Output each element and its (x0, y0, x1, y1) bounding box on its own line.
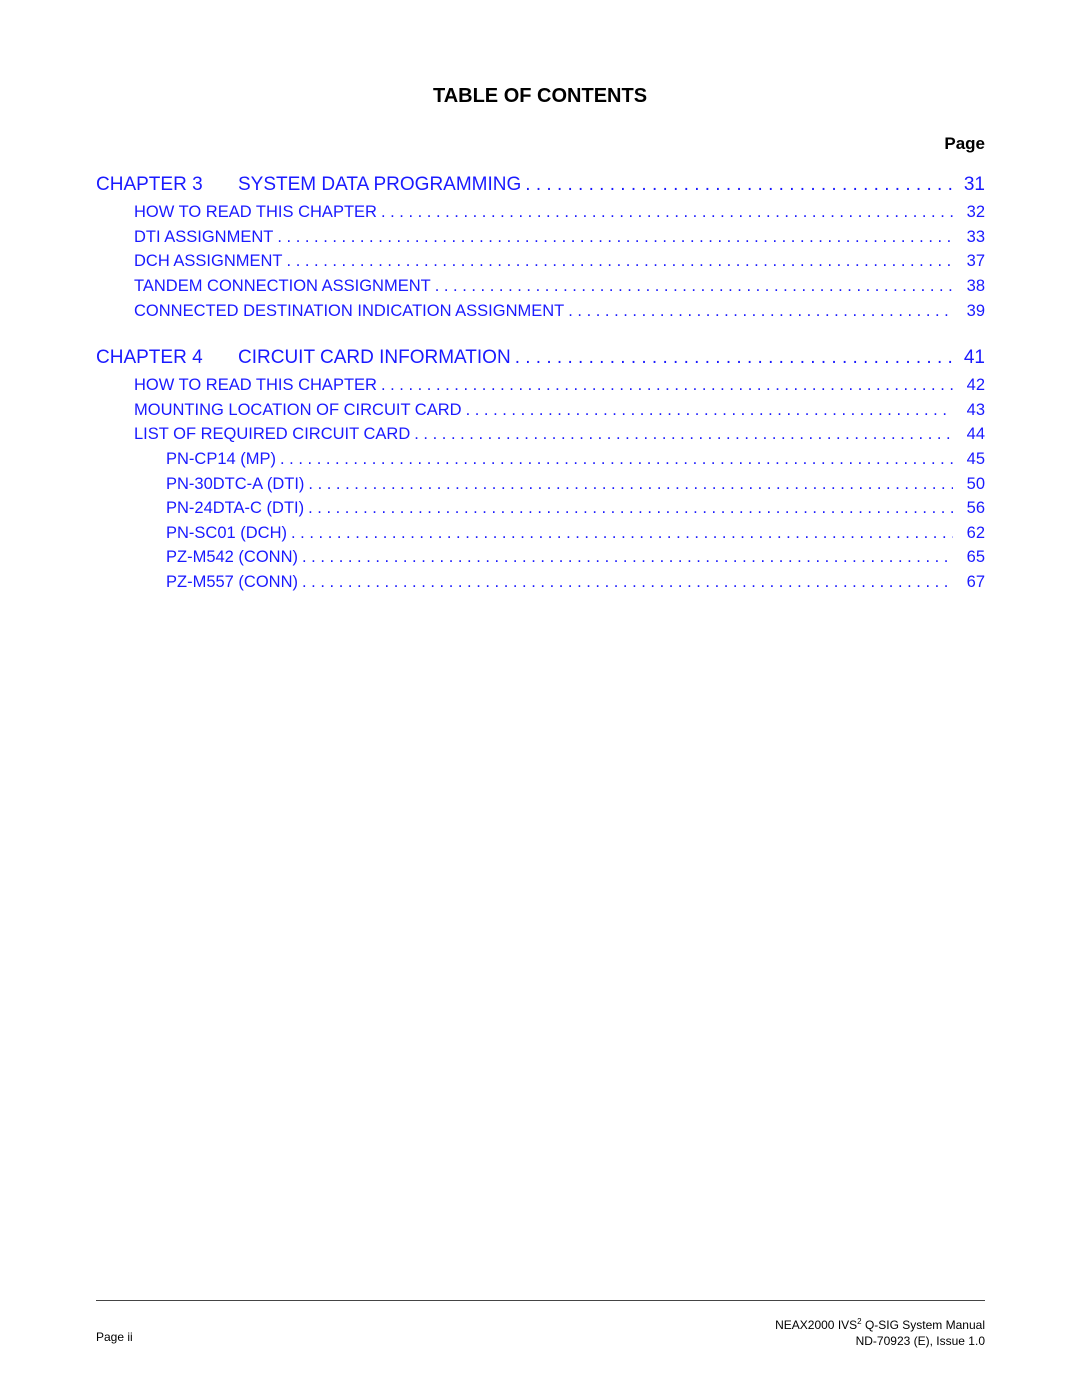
toc-section[interactable]: MOUNTING LOCATION OF CIRCUIT CARD 43 (134, 401, 985, 420)
section-title[interactable]: DCH ASSIGNMENT (134, 252, 283, 271)
page-number[interactable]: 33 (961, 228, 985, 247)
toc-section[interactable]: HOW TO READ THIS CHAPTER 32 (134, 203, 985, 222)
page-number[interactable]: 32 (961, 203, 985, 222)
section-title[interactable]: HOW TO READ THIS CHAPTER (134, 376, 377, 395)
toc-chapter-3[interactable]: CHAPTER 3 SYSTEM DATA PROGRAMMING 31 (96, 174, 985, 196)
toc-subsection[interactable]: PZ-M557 (CONN) 67 (166, 573, 985, 592)
section-title[interactable]: HOW TO READ THIS CHAPTER (134, 203, 377, 222)
subsection-title[interactable]: PN-30DTC-A (DTI) (166, 475, 304, 494)
subsection-title[interactable]: PN-CP14 (MP) (166, 450, 276, 469)
subsection-title[interactable]: PN-SC01 (DCH) (166, 524, 287, 543)
subsection-title[interactable]: PZ-M557 (CONN) (166, 573, 298, 592)
page-number[interactable]: 62 (961, 524, 985, 543)
page-number[interactable]: 50 (961, 475, 985, 494)
section-title[interactable]: DTI ASSIGNMENT (134, 228, 273, 247)
footer-manual-title: NEAX2000 IVS2 Q-SIG System Manual (775, 1314, 985, 1333)
page-number[interactable]: 67 (961, 573, 985, 592)
dot-leader (287, 252, 953, 271)
section-title[interactable]: LIST OF REQUIRED CIRCUIT CARD (134, 425, 410, 444)
dot-leader (435, 277, 953, 296)
footer-divider (96, 1300, 985, 1301)
toc-subsection[interactable]: PN-CP14 (MP) 45 (166, 450, 985, 469)
toc-section[interactable]: LIST OF REQUIRED CIRCUIT CARD 44 (134, 425, 985, 444)
page-number[interactable]: 42 (961, 376, 985, 395)
page-number[interactable]: 43 (961, 401, 985, 420)
footer-page-label: Page ii (96, 1330, 133, 1344)
dot-leader (381, 203, 953, 222)
chapter-link[interactable]: CHAPTER 3 SYSTEM DATA PROGRAMMING (96, 174, 521, 196)
dot-leader (381, 376, 953, 395)
page-column-header: Page (944, 134, 985, 153)
manual-title-suffix: Q-SIG System Manual (861, 1318, 985, 1332)
toc-subsection[interactable]: PN-24DTA-C (DTI) 56 (166, 499, 985, 518)
section-title[interactable]: CONNECTED DESTINATION INDICATION ASSIGNM… (134, 302, 564, 321)
subsection-title[interactable]: PZ-M542 (CONN) (166, 548, 298, 567)
subsection-title[interactable]: PN-24DTA-C (DTI) (166, 499, 304, 518)
toc-section[interactable]: HOW TO READ THIS CHAPTER 42 (134, 376, 985, 395)
toc-section[interactable]: CONNECTED DESTINATION INDICATION ASSIGNM… (134, 302, 985, 321)
toc-section[interactable]: DTI ASSIGNMENT 33 (134, 228, 985, 247)
page-number[interactable]: 44 (961, 425, 985, 444)
page-number[interactable]: 65 (961, 548, 985, 567)
dot-leader (466, 401, 953, 420)
manual-title-prefix: NEAX2000 IVS (775, 1318, 858, 1332)
toc-section[interactable]: DCH ASSIGNMENT 37 (134, 252, 985, 271)
chapter-number: CHAPTER 3 (96, 174, 203, 195)
dot-leader (308, 475, 953, 494)
toc-chapter-4[interactable]: CHAPTER 4 CIRCUIT CARD INFORMATION 41 (96, 347, 985, 369)
chapter-link[interactable]: CHAPTER 4 CIRCUIT CARD INFORMATION (96, 347, 511, 369)
page-number[interactable]: 45 (961, 450, 985, 469)
dot-leader (277, 228, 953, 247)
chapter-title: CIRCUIT CARD INFORMATION (238, 347, 511, 368)
dot-leader (414, 425, 953, 444)
page-number[interactable]: 38 (961, 277, 985, 296)
page-number[interactable]: 39 (961, 302, 985, 321)
toc-subsection[interactable]: PN-30DTC-A (DTI) 50 (166, 475, 985, 494)
dot-leader (280, 450, 953, 469)
page-number[interactable]: 41 (961, 347, 985, 369)
chapter-title: SYSTEM DATA PROGRAMMING (238, 174, 522, 195)
section-title[interactable]: MOUNTING LOCATION OF CIRCUIT CARD (134, 401, 462, 420)
page-number[interactable]: 56 (961, 499, 985, 518)
page-number[interactable]: 37 (961, 252, 985, 271)
dot-leader (568, 302, 953, 321)
dot-leader (302, 573, 953, 592)
footer-doc-id: ND-70923 (E), Issue 1.0 (855, 1334, 985, 1348)
toc-subsection[interactable]: PZ-M542 (CONN) 65 (166, 548, 985, 567)
footer-manual-info: NEAX2000 IVS2 Q-SIG System Manual ND-709… (775, 1314, 985, 1349)
toc-subsection[interactable]: PN-SC01 (DCH) 62 (166, 524, 985, 543)
dot-leader (308, 499, 953, 518)
section-title[interactable]: TANDEM CONNECTION ASSIGNMENT (134, 277, 431, 296)
toc-section[interactable]: TANDEM CONNECTION ASSIGNMENT 38 (134, 277, 985, 296)
dot-leader (291, 524, 953, 543)
dot-leader (515, 347, 953, 369)
chapter-number: CHAPTER 4 (96, 347, 203, 368)
toc-title: TABLE OF CONTENTS (432, 85, 648, 107)
dot-leader (525, 174, 953, 196)
dot-leader (302, 548, 953, 567)
page-number[interactable]: 31 (961, 174, 985, 196)
